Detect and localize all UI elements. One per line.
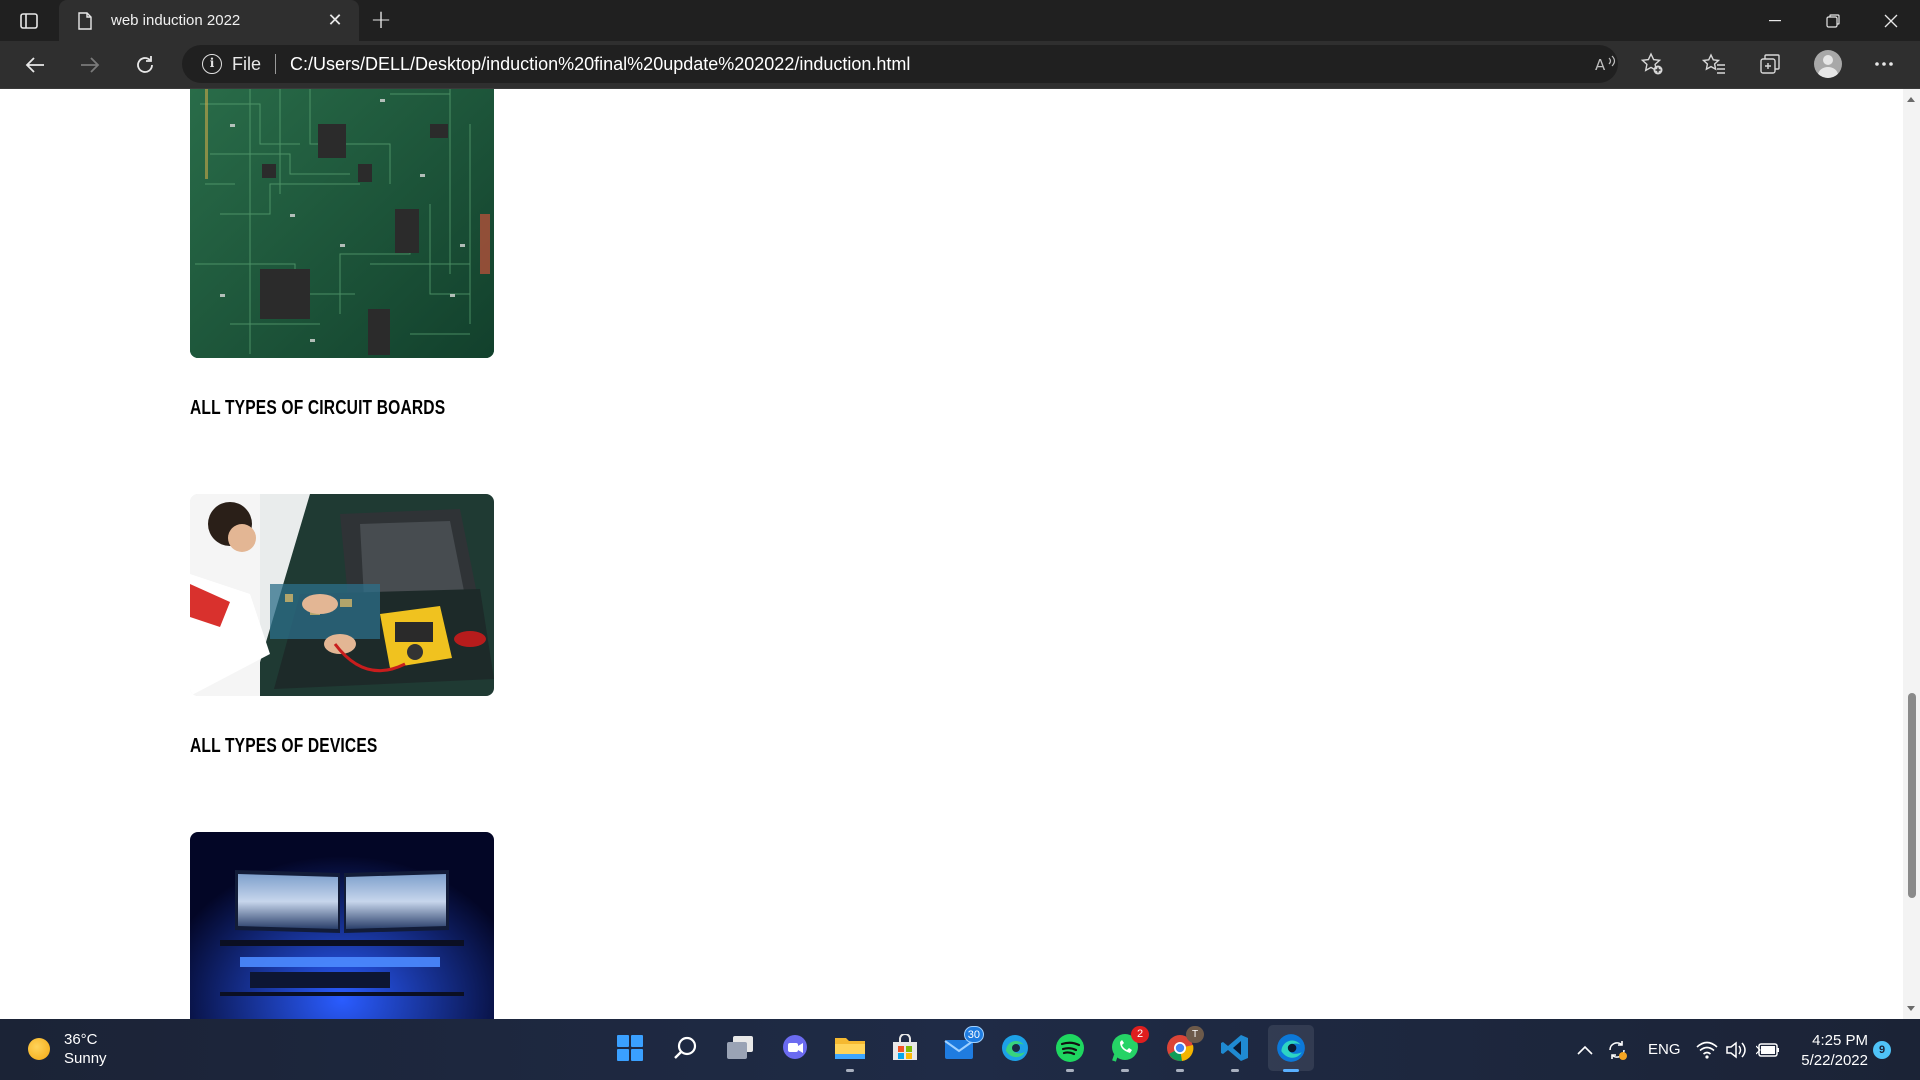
tab-title: web induction 2022 xyxy=(111,12,241,29)
mail-icon[interactable]: 30 xyxy=(940,1026,984,1068)
scroll-up-arrow[interactable] xyxy=(1907,97,1915,102)
whatsapp-icon[interactable]: 2 xyxy=(1105,1026,1149,1072)
notification-count-badge[interactable]: 9 xyxy=(1873,1041,1891,1059)
volume-icon[interactable] xyxy=(1726,1019,1748,1080)
active-tab[interactable]: web induction 2022 ✕ xyxy=(59,0,359,41)
weather-temperature: 36°C xyxy=(64,1031,98,1048)
edge-dev-icon[interactable] xyxy=(1268,1025,1314,1072)
tab-close-icon[interactable]: ✕ xyxy=(325,10,345,31)
tab-actions-menu-icon[interactable] xyxy=(14,9,44,33)
add-favorite-icon[interactable] xyxy=(1638,50,1666,78)
clock-date: 5/22/2022 xyxy=(1801,1052,1868,1069)
microsoft-store-icon[interactable] xyxy=(885,1028,925,1068)
refresh-button[interactable] xyxy=(127,47,163,83)
chrome-profile-badge: T xyxy=(1186,1026,1204,1043)
close-window-button[interactable] xyxy=(1863,0,1919,41)
address-separator xyxy=(275,54,277,74)
weather-description: Sunny xyxy=(64,1050,107,1067)
address-bar[interactable]: i File C:/Users/DELL/Desktop/induction%2… xyxy=(182,45,1618,83)
weather-widget[interactable]: 36°C Sunny xyxy=(28,1030,107,1068)
back-button[interactable] xyxy=(17,47,53,83)
restore-button[interactable] xyxy=(1805,0,1861,41)
battery-icon[interactable] xyxy=(1756,1019,1780,1080)
page-scrollbar[interactable] xyxy=(1903,89,1920,1019)
whatsapp-badge: 2 xyxy=(1131,1026,1149,1043)
sun-icon xyxy=(28,1038,50,1060)
file-explorer-icon[interactable] xyxy=(830,1028,870,1072)
more-options-icon[interactable] xyxy=(1870,50,1898,78)
spotify-icon[interactable] xyxy=(1050,1028,1090,1072)
new-tab-button[interactable]: + xyxy=(366,6,396,36)
chrome-icon[interactable]: T xyxy=(1160,1026,1204,1072)
browser-toolbar: i File C:/Users/DELL/Desktop/induction%2… xyxy=(0,41,1920,89)
start-button[interactable] xyxy=(610,1028,650,1068)
browser-titlebar: web induction 2022 ✕ + xyxy=(0,0,1920,41)
scroll-thumb[interactable] xyxy=(1908,693,1916,898)
language-indicator[interactable]: ENG xyxy=(1648,1019,1681,1080)
edge-icon[interactable] xyxy=(995,1028,1035,1068)
site-info-icon[interactable]: i xyxy=(202,54,222,74)
document-icon xyxy=(73,9,97,33)
vscode-icon[interactable] xyxy=(1215,1028,1255,1072)
forward-button[interactable] xyxy=(72,47,108,83)
caption-circuit-boards: ALL TYPES OF CIRCUIT BOARDS xyxy=(190,397,446,419)
clock-time: 4:25 PM xyxy=(1812,1032,1868,1049)
profile-avatar[interactable] xyxy=(1814,50,1842,78)
sync-icon[interactable] xyxy=(1606,1019,1628,1080)
windows-taskbar: 36°C Sunny 30 2 T ENG 4:25 PM 5/22/2022 … xyxy=(0,1019,1920,1080)
system-clock[interactable]: 4:25 PM 5/22/2022 xyxy=(1778,1031,1868,1071)
scroll-down-arrow[interactable] xyxy=(1907,1006,1915,1011)
collections-icon[interactable] xyxy=(1756,50,1784,78)
mail-badge: 30 xyxy=(963,1026,984,1043)
technician-repair-image xyxy=(190,494,494,696)
scheme-label: File xyxy=(232,53,262,74)
show-hidden-icons-button[interactable] xyxy=(1577,1019,1593,1080)
chat-icon[interactable] xyxy=(775,1028,815,1068)
caption-devices: ALL TYPES OF DEVICES xyxy=(190,735,378,757)
gaming-setup-image xyxy=(190,832,494,1019)
svg-text:A: A xyxy=(1595,56,1606,73)
circuit-board-image xyxy=(190,89,494,358)
page-viewport: ALL TYPES OF CIRCUIT BOARDS ALL TYPES OF… xyxy=(0,89,1903,1019)
read-aloud-icon[interactable]: A xyxy=(1592,50,1620,78)
minimize-button[interactable] xyxy=(1747,0,1803,41)
url-text[interactable]: C:/Users/DELL/Desktop/induction%20final%… xyxy=(290,54,910,75)
wifi-icon[interactable] xyxy=(1696,1019,1718,1080)
task-view-icon[interactable] xyxy=(720,1028,760,1068)
search-icon[interactable] xyxy=(666,1028,706,1068)
favorites-icon[interactable] xyxy=(1700,50,1728,78)
